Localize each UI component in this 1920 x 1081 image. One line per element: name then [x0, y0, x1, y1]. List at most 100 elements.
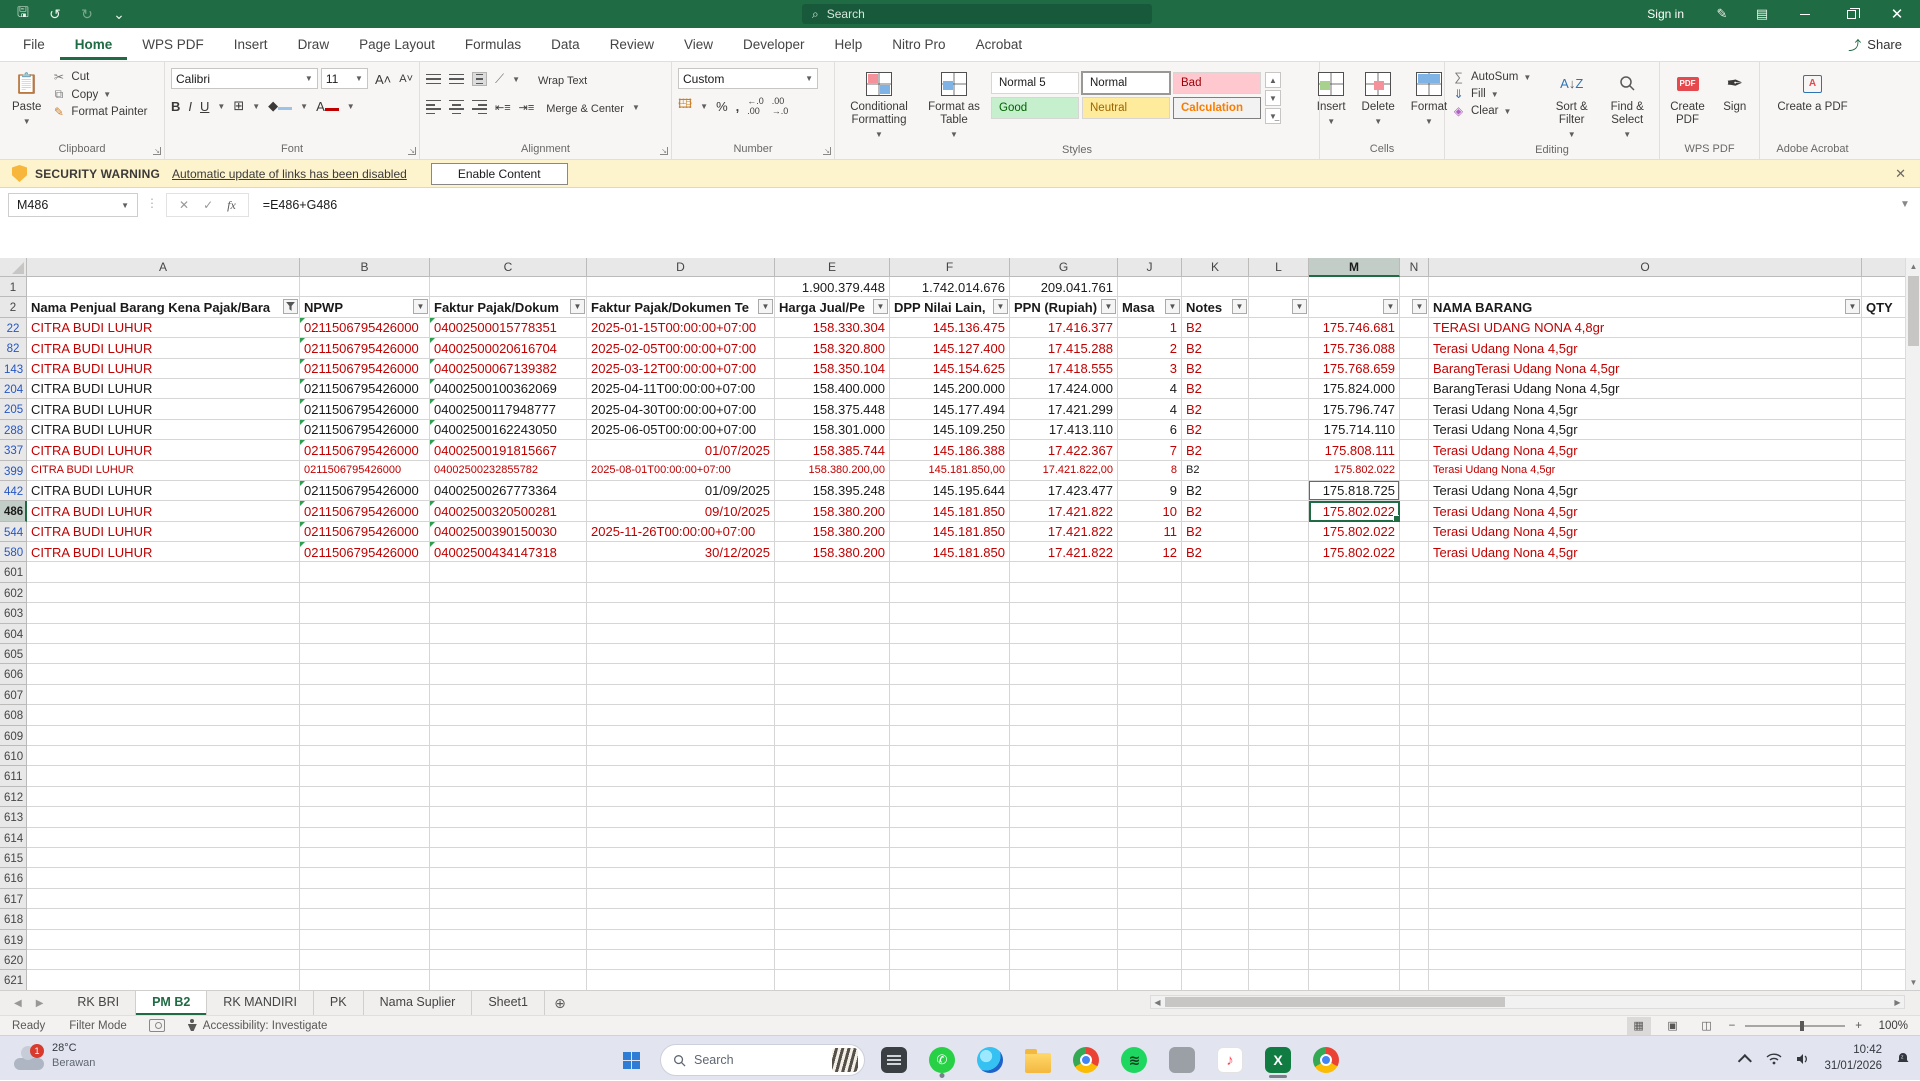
filter-dropdown-icon[interactable]: ▼	[873, 298, 888, 314]
cell-J22[interactable]: 1	[1118, 317, 1182, 339]
row-header-337[interactable]: 337	[0, 440, 27, 461]
cell-E609[interactable]	[775, 725, 890, 746]
cell-E603[interactable]	[775, 603, 890, 624]
row-header-580[interactable]: 580	[0, 542, 27, 563]
filter-dropdown-icon[interactable]: ▼	[758, 298, 773, 314]
cell-M620[interactable]	[1309, 949, 1400, 971]
cell-C618[interactable]	[430, 909, 587, 930]
cell-L604[interactable]	[1249, 623, 1309, 645]
cell-M607[interactable]	[1309, 684, 1400, 706]
row-header-143[interactable]: 143	[0, 358, 27, 379]
cell-L607[interactable]	[1249, 684, 1309, 706]
cell-C609[interactable]	[430, 725, 587, 746]
cell-J399[interactable]: 8	[1118, 460, 1182, 481]
cell-O442[interactable]: Terasi Udang Nona 4,5gr	[1429, 480, 1862, 502]
format-painter-button[interactable]: ✎ Format Painter	[51, 105, 148, 119]
cell-B606[interactable]	[300, 664, 430, 685]
accessibility-status[interactable]: Accessibility: Investigate	[175, 1019, 340, 1032]
cell-K611[interactable]	[1182, 766, 1249, 787]
cell-M617[interactable]	[1309, 888, 1400, 910]
row-header-612[interactable]: 612	[0, 786, 27, 808]
taskbar-file-explorer-icon[interactable]	[1019, 1041, 1057, 1079]
cell-M610[interactable]	[1309, 745, 1400, 767]
cell-A601[interactable]	[27, 562, 300, 583]
cell-N604[interactable]	[1400, 623, 1429, 645]
cell-L605[interactable]	[1249, 644, 1309, 665]
cell-N288[interactable]	[1400, 419, 1429, 441]
cell-M603[interactable]	[1309, 603, 1400, 624]
cell-N337[interactable]	[1400, 440, 1429, 461]
formula-input[interactable]: =E486+G486	[249, 193, 1890, 217]
comma-style-icon[interactable]: ,	[736, 99, 740, 114]
cell-M614[interactable]	[1309, 827, 1400, 848]
cell-F204[interactable]: 145.200.000	[890, 378, 1010, 400]
cell-C204[interactable]: 04002500100362069	[430, 378, 587, 400]
menu-tab-data[interactable]: Data	[536, 29, 595, 60]
cell-E612[interactable]	[775, 786, 890, 808]
row-header-1[interactable]: 1	[0, 277, 27, 298]
cell-C608[interactable]	[430, 705, 587, 726]
cell-O143[interactable]: BarangTerasi Udang Nona 4,5gr	[1429, 358, 1862, 379]
cell-style-good[interactable]: Good	[991, 97, 1079, 119]
italic-button[interactable]: I	[188, 99, 192, 114]
cell-D618[interactable]	[587, 909, 775, 930]
percent-style-icon[interactable]: %	[716, 99, 728, 114]
cell-E621[interactable]	[775, 970, 890, 990]
undo-icon[interactable]: ↺	[46, 6, 64, 23]
cell-E442[interactable]: 158.395.248	[775, 480, 890, 502]
cell-O603[interactable]	[1429, 603, 1862, 624]
cell-O605[interactable]	[1429, 644, 1862, 665]
cell-E607[interactable]	[775, 684, 890, 706]
close-button[interactable]: ✕	[1874, 0, 1920, 28]
copy-button[interactable]: ⧉ Copy ▼	[51, 87, 147, 102]
cell-G604[interactable]	[1010, 623, 1118, 645]
cell-G205[interactable]: 17.421.299	[1010, 399, 1118, 420]
cell-L204[interactable]	[1249, 378, 1309, 400]
cell-N612[interactable]	[1400, 786, 1429, 808]
gallery-more-icon[interactable]: ▼̲	[1265, 108, 1281, 124]
number-format-combo[interactable]: Custom ▼	[678, 68, 818, 89]
cell-K618[interactable]	[1182, 909, 1249, 930]
cell-D614[interactable]	[587, 827, 775, 848]
cell-A617[interactable]	[27, 888, 300, 910]
number-dialog-launcher[interactable]	[823, 147, 831, 155]
cell-B604[interactable]	[300, 623, 430, 645]
font-family-combo[interactable]: Calibri ▼	[171, 68, 318, 89]
cell-J615[interactable]	[1118, 847, 1182, 869]
cell-N82[interactable]	[1400, 338, 1429, 359]
cell-K143[interactable]: B2	[1182, 358, 1249, 379]
filter-dropdown-icon[interactable]: ▼	[1232, 298, 1247, 314]
cell-B82[interactable]: 0211506795426000	[300, 338, 430, 359]
cell-G611[interactable]	[1010, 766, 1118, 787]
column-header-F[interactable]: F	[890, 258, 1010, 277]
cell-L442[interactable]	[1249, 480, 1309, 502]
font-color-icon[interactable]: A	[316, 99, 339, 114]
cell-K544[interactable]: B2	[1182, 521, 1249, 543]
cell-N620[interactable]	[1400, 949, 1429, 971]
zoom-out-icon[interactable]: −	[1729, 1020, 1736, 1032]
cell-N609[interactable]	[1400, 725, 1429, 746]
cell-C143[interactable]: 04002500067139382	[430, 358, 587, 379]
cell-D1[interactable]	[587, 277, 775, 298]
cell-G288[interactable]: 17.413.110	[1010, 419, 1118, 441]
wifi-icon[interactable]	[1766, 1052, 1782, 1065]
cell-M618[interactable]	[1309, 909, 1400, 930]
cell-G616[interactable]	[1010, 868, 1118, 889]
row-header-605[interactable]: 605	[0, 644, 27, 665]
row-header-616[interactable]: 616	[0, 868, 27, 889]
menu-tab-help[interactable]: Help	[820, 29, 878, 60]
cell-A614[interactable]	[27, 827, 300, 848]
taskbar-edge-icon[interactable]	[971, 1041, 1009, 1079]
cell-K442[interactable]: B2	[1182, 480, 1249, 502]
column-header-B[interactable]: B	[300, 258, 430, 277]
cell-E602[interactable]	[775, 582, 890, 604]
page-break-view-button[interactable]: ◫	[1695, 1017, 1719, 1035]
cell-L205[interactable]	[1249, 399, 1309, 420]
cell-G580[interactable]: 17.421.822	[1010, 542, 1118, 563]
clipboard-dialog-launcher[interactable]	[153, 147, 161, 155]
bold-button[interactable]: B	[171, 99, 180, 114]
cell-A618[interactable]	[27, 909, 300, 930]
cell-B288[interactable]: 0211506795426000	[300, 419, 430, 441]
cell-L288[interactable]	[1249, 419, 1309, 441]
filter-dropdown-icon[interactable]: ▼	[1292, 298, 1307, 314]
